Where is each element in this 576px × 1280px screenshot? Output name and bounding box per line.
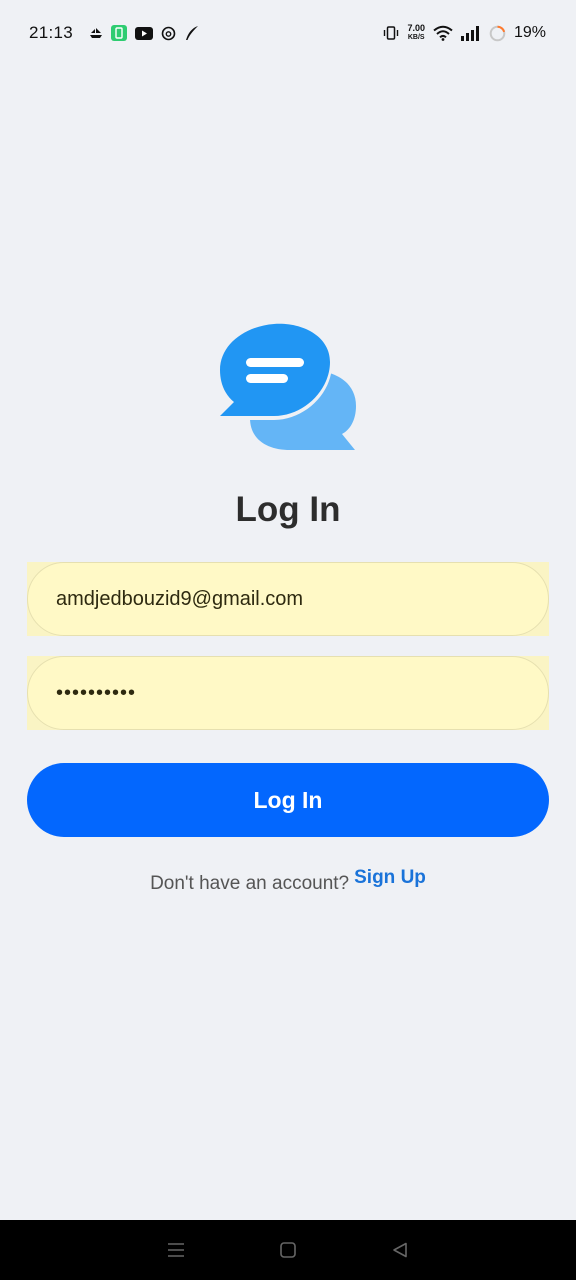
email-field[interactable]	[27, 562, 549, 636]
network-speed-unit: KB/S	[407, 34, 425, 41]
back-icon[interactable]	[380, 1230, 420, 1270]
home-icon[interactable]	[268, 1230, 308, 1270]
email-input[interactable]	[56, 587, 548, 611]
email-field-container	[27, 562, 549, 636]
feather-icon	[184, 25, 200, 41]
battery-percent: 19%	[513, 24, 546, 41]
page-title: Log In	[235, 490, 341, 529]
chat-bubbles-icon	[218, 322, 358, 454]
status-bar: 21:13 7.00 KB/S 19%	[0, 0, 576, 66]
signup-link[interactable]: Sign Up	[354, 867, 426, 889]
battery-ring-icon	[489, 25, 506, 42]
network-speed: 7.00 KB/S	[407, 24, 425, 42]
network-speed-value: 7.00	[407, 23, 425, 33]
password-field-container	[27, 656, 549, 730]
menu-icon[interactable]	[156, 1230, 196, 1270]
status-time: 21:13	[29, 23, 74, 42]
wifi-icon	[433, 25, 453, 41]
vibrate-icon	[383, 25, 399, 41]
signup-prompt: Don't have an account?	[150, 873, 350, 894]
signup-row: Don't have an account? Sign Up	[0, 866, 576, 895]
threads-icon	[161, 26, 176, 41]
password-input[interactable]	[56, 681, 548, 705]
boat-icon	[89, 27, 103, 39]
system-nav-bar	[0, 1220, 576, 1280]
login-button[interactable]: Log In	[27, 763, 549, 837]
battery-saver-icon	[111, 25, 128, 41]
password-field[interactable]	[27, 656, 549, 730]
signal-icon	[460, 25, 481, 41]
login-screen: 21:13 7.00 KB/S 19% Log In amdjedbouzid9…	[0, 0, 576, 1280]
youtube-icon	[135, 26, 154, 40]
